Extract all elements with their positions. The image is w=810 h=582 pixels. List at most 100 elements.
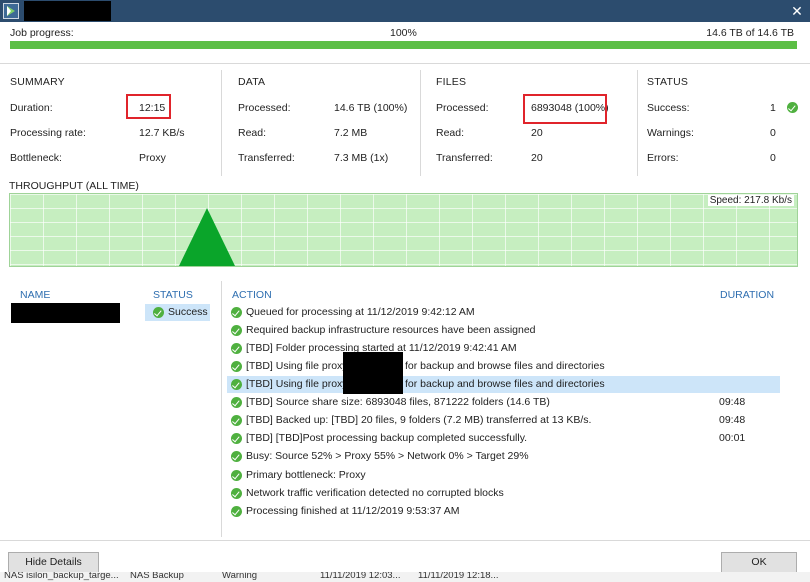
log-duration: 00:01	[719, 432, 746, 444]
bottleneck-value: Proxy	[139, 152, 166, 164]
success-label: Success:	[647, 102, 690, 114]
errors-value: 0	[770, 152, 776, 164]
log-action-text: Processing finished at 11/12/2019 9:53:3…	[246, 505, 460, 517]
status-heading: STATUS	[647, 76, 689, 88]
log-action-text-suffix: for backup and browse files and director…	[405, 378, 605, 390]
success-check-icon	[231, 506, 242, 517]
success-check-icon	[231, 343, 242, 354]
log-row[interactable]: Busy: Source 52% > Proxy 55% > Network 0…	[227, 448, 780, 465]
speed-label: Speed: 217.8 Kb/s	[707, 195, 794, 206]
duration-label: Duration:	[10, 102, 53, 114]
redacted-title	[24, 1, 111, 21]
files-heading: FILES	[436, 76, 467, 88]
log-row[interactable]: [TBD] [TBD]Post processing backup comple…	[227, 430, 780, 447]
close-icon: ✕	[791, 3, 803, 19]
data-transferred-label: Transferred:	[238, 152, 295, 164]
log-row[interactable]: Processing finished at 11/12/2019 9:53:3…	[227, 503, 780, 520]
panel-divider	[221, 281, 222, 537]
warnings-label: Warnings:	[647, 127, 694, 139]
bg-job-start: 11/11/2019 12:03...	[320, 572, 401, 581]
redacted-proxy-name	[343, 370, 403, 394]
log-action-text: [TBD] Using file proxy	[246, 378, 348, 390]
highlight-box	[126, 94, 171, 119]
log-action-text-suffix: for backup and browse files and director…	[405, 360, 605, 372]
ok-button[interactable]: OK	[721, 552, 797, 573]
bg-job-status: Warning	[222, 572, 258, 581]
throughput-title: THROUGHPUT (ALL TIME)	[9, 180, 139, 192]
log-duration: 09:48	[719, 396, 746, 408]
log-action-text: [TBD] Backed up: [TBD] 20 files, 9 folde…	[246, 414, 592, 426]
success-check-icon	[231, 325, 242, 336]
log-row[interactable]: Queued for processing at 11/12/2019 9:42…	[227, 304, 780, 321]
success-check-icon	[231, 488, 242, 499]
job-progress-label: Job progress:	[10, 27, 74, 39]
data-read-value: 7.2 MB	[334, 127, 368, 139]
summary-heading: SUMMARY	[10, 76, 65, 88]
log-action-text: [TBD] [TBD]Post processing backup comple…	[246, 432, 528, 444]
success-check-icon	[231, 415, 242, 426]
log-action-text: Required backup infrastructure resources…	[246, 324, 536, 336]
log-row[interactable]: [TBD] Using file proxy for backup and bro…	[227, 370, 780, 394]
bg-job-type: NAS Backup	[130, 572, 184, 581]
success-check-icon	[231, 451, 242, 462]
data-heading: DATA	[238, 76, 266, 88]
data-transferred-value: 7.3 MB (1x)	[334, 152, 389, 164]
throughput-peak	[178, 208, 236, 266]
files-transferred-value: 20	[531, 152, 543, 164]
object-status-cell[interactable]: Success	[145, 304, 210, 321]
hide-details-button[interactable]: Hide Details	[8, 552, 99, 573]
throughput-graph	[178, 208, 236, 266]
warnings-value: 0	[770, 127, 776, 139]
success-check-icon	[231, 379, 242, 390]
log-row[interactable]: [TBD] Backed up: [TBD] 20 files, 9 folde…	[227, 412, 780, 429]
success-check-icon	[231, 470, 242, 481]
bg-job-end: 11/11/2019 12:18...	[418, 572, 499, 581]
log-row[interactable]: [TBD] Folder processing started at 11/12…	[227, 340, 780, 357]
success-check-icon	[787, 102, 798, 113]
log-row[interactable]: Primary bottleneck: Proxy	[227, 467, 780, 484]
success-check-icon	[231, 397, 242, 408]
bg-job-name: NAS isilon_backup_targe...	[4, 572, 119, 581]
log-row[interactable]: [TBD] Source share size: 6893048 files, …	[227, 394, 780, 411]
footer-divider	[0, 540, 810, 541]
log-action-text: Primary bottleneck: Proxy	[246, 469, 366, 481]
log-action-text: [TBD] Source share size: 6893048 files, …	[246, 396, 550, 408]
divider	[637, 70, 638, 176]
files-read-value: 20	[531, 127, 543, 139]
log-row[interactable]: Network traffic verification detected no…	[227, 485, 780, 502]
divider	[221, 70, 222, 176]
log-action-text: Queued for processing at 11/12/2019 9:42…	[246, 306, 475, 318]
job-progress-size: 14.6 TB of 14.6 TB	[706, 27, 794, 39]
success-check-icon	[231, 361, 242, 372]
log-row[interactable]: Required backup infrastructure resources…	[227, 322, 780, 339]
highlight-box	[523, 94, 607, 124]
divider	[420, 70, 421, 176]
object-status-text: Success	[168, 306, 208, 318]
title-bar: ✕	[0, 0, 810, 22]
files-transferred-label: Transferred:	[436, 152, 493, 164]
log-duration: 09:48	[719, 414, 746, 426]
background-job-row: NAS isilon_backup_targe... NAS Backup Wa…	[0, 572, 810, 582]
data-processed-label: Processed:	[238, 102, 291, 114]
name-column-header[interactable]: NAME	[20, 289, 50, 301]
files-processed-label: Processed:	[436, 102, 489, 114]
log-row[interactable]: [TBD] Using file proxy for backup and bro…	[227, 352, 780, 376]
redacted-object-name[interactable]	[11, 303, 120, 323]
throughput-chart: Speed: 217.8 Kb/s	[9, 193, 798, 267]
divider	[0, 63, 810, 64]
log-action-text: [TBD] Using file proxy	[246, 360, 348, 372]
veeam-arrow-icon	[3, 3, 19, 19]
data-read-label: Read:	[238, 127, 267, 139]
close-button[interactable]: ✕	[788, 2, 806, 20]
action-column-header[interactable]: ACTION	[232, 289, 272, 301]
success-value: 1	[770, 102, 776, 114]
success-check-icon	[231, 433, 242, 444]
files-read-label: Read:	[436, 127, 465, 139]
processing-rate-label: Processing rate:	[10, 127, 86, 139]
duration-column-header[interactable]: DURATION	[720, 289, 774, 301]
job-progress-fill	[10, 41, 797, 49]
log-action-text: Network traffic verification detected no…	[246, 487, 504, 499]
job-progress-percent: 100%	[390, 27, 417, 39]
status-column-header[interactable]: STATUS	[153, 289, 193, 301]
errors-label: Errors:	[647, 152, 679, 164]
